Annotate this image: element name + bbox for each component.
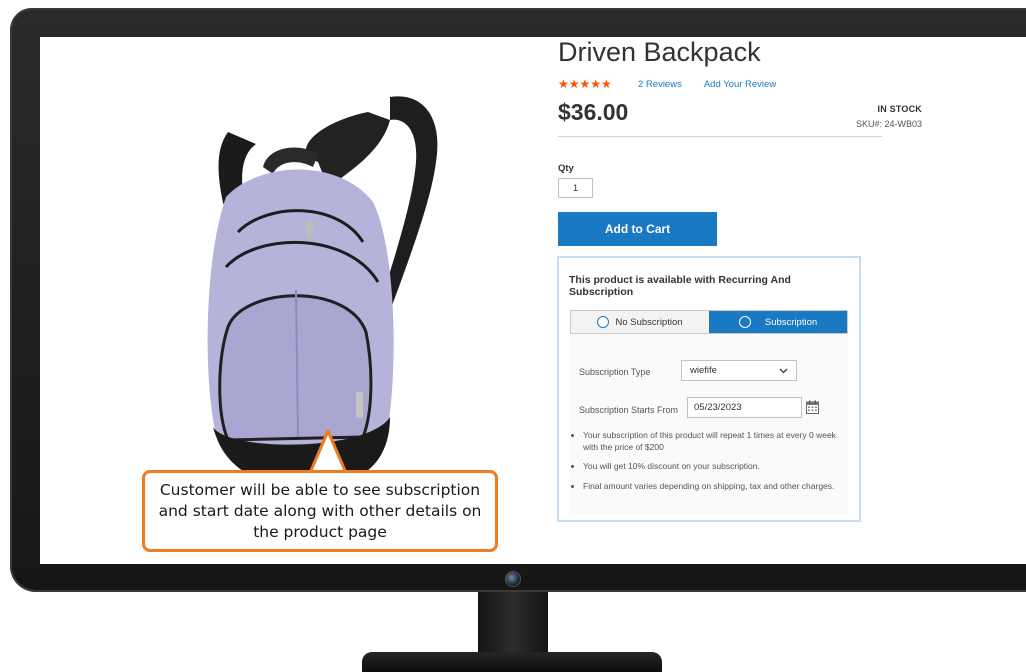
monitor-stand-neck (478, 592, 548, 654)
callout-pointer (308, 429, 348, 474)
reviews-link[interactable]: 2 Reviews (638, 79, 682, 90)
chevron-down-icon (779, 368, 788, 373)
subscription-start-date-input[interactable] (687, 397, 802, 418)
webcam (505, 571, 521, 587)
add-to-cart-button[interactable]: Add to Cart (558, 212, 717, 246)
callout-text: Customer will be able to see subscriptio… (158, 480, 482, 541)
radio-icon[interactable] (738, 316, 751, 328)
subscription-type-select[interactable]: wiefife (681, 360, 797, 381)
star-rating-icon: ★★★★★ ★★★★★ (558, 77, 612, 91)
qty-label: Qty (558, 163, 574, 174)
radio-icon[interactable] (597, 316, 610, 328)
subscription-start-label: Subscription Starts From (579, 405, 679, 415)
list-item: Final amount varies depending on shippin… (583, 481, 851, 493)
monitor-stand-base (362, 652, 662, 672)
list-item: Your subscription of this product will r… (583, 430, 851, 453)
calendar-icon[interactable] (806, 400, 819, 414)
subscription-tabs: No Subscription Subscription (570, 310, 848, 334)
tab-label: No Subscription (615, 316, 683, 328)
subscription-info-list: Your subscription of this product will r… (570, 430, 851, 500)
add-review-link[interactable]: Add Your Review (704, 79, 776, 90)
stock-status: IN STOCK (877, 104, 922, 114)
product-title: Driven Backpack (558, 37, 761, 67)
product-price: $36.00 (558, 99, 629, 125)
screen: Customer will be able to see subscriptio… (40, 37, 1026, 564)
callout-box: Customer will be able to see subscriptio… (142, 470, 498, 552)
list-item: You will get 10% discount on your subscr… (583, 461, 851, 473)
product-sku: SKU#: 24-WB03 (855, 119, 922, 129)
rating-row: ★★★★★ ★★★★★ 2 Reviews Add Your Review (558, 78, 776, 90)
tab-no-subscription[interactable]: No Subscription (571, 311, 709, 333)
subscription-type-value: wiefife (690, 365, 717, 376)
divider (558, 136, 882, 137)
subscription-options: No Subscription Subscription Subscriptio… (570, 310, 848, 514)
tab-label: Subscription (764, 316, 818, 328)
subscription-panel: This product is available with Recurring… (557, 256, 861, 522)
subscription-header: This product is available with Recurring… (569, 274, 791, 298)
qty-input[interactable] (558, 178, 593, 198)
subscription-type-label: Subscription Type (579, 367, 651, 377)
tab-subscription[interactable]: Subscription (709, 311, 847, 333)
